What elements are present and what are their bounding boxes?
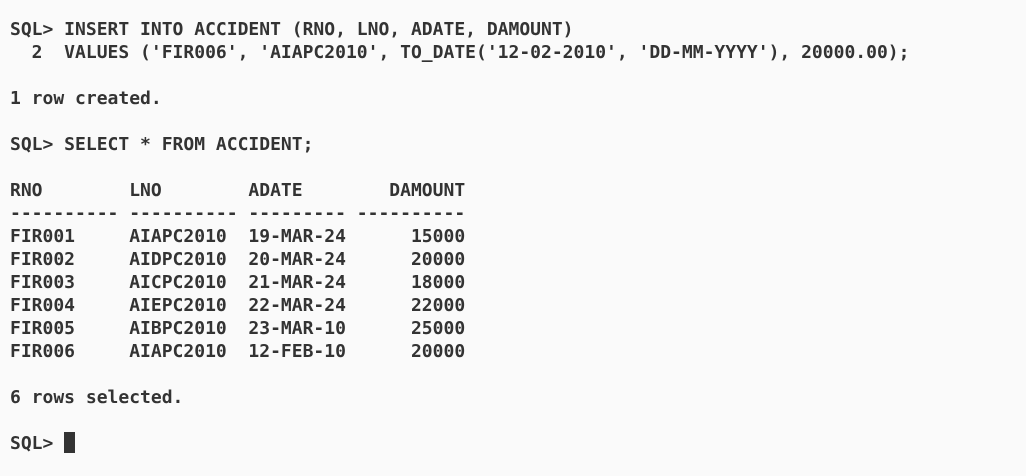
insert-statement-line-1: SQL> INSERT INTO ACCIDENT (RNO, LNO, ADA…	[10, 19, 574, 40]
table-row: FIR001 AIAPC2010 19-MAR-24 15000	[10, 226, 466, 247]
select-result: 6 rows selected.	[10, 387, 184, 408]
text-cursor[interactable]	[64, 432, 76, 453]
sql-terminal[interactable]: SQL> INSERT INTO ACCIDENT (RNO, LNO, ADA…	[0, 0, 1026, 476]
select-statement: SQL> SELECT * FROM ACCIDENT;	[10, 134, 314, 155]
table-separator: ---------- ---------- --------- --------…	[10, 203, 466, 224]
table-row: FIR003 AICPC2010 21-MAR-24 18000	[10, 272, 466, 293]
sql-prompt: SQL>	[10, 433, 65, 454]
table-row: FIR006 AIAPC2010 12-FEB-10 20000	[10, 341, 466, 362]
prompt-line[interactable]: SQL>	[10, 432, 1026, 455]
insert-statement-line-2: 2 VALUES ('FIR006', 'AIAPC2010', TO_DATE…	[10, 42, 910, 63]
table-row: FIR005 AIBPC2010 23-MAR-10 25000	[10, 318, 466, 339]
table-row: FIR002 AIDPC2010 20-MAR-24 20000	[10, 249, 466, 270]
insert-result: 1 row created.	[10, 88, 162, 109]
table-header: RNO LNO ADATE DAMOUNT	[10, 180, 466, 201]
table-row: FIR004 AIEPC2010 22-MAR-24 22000	[10, 295, 466, 316]
